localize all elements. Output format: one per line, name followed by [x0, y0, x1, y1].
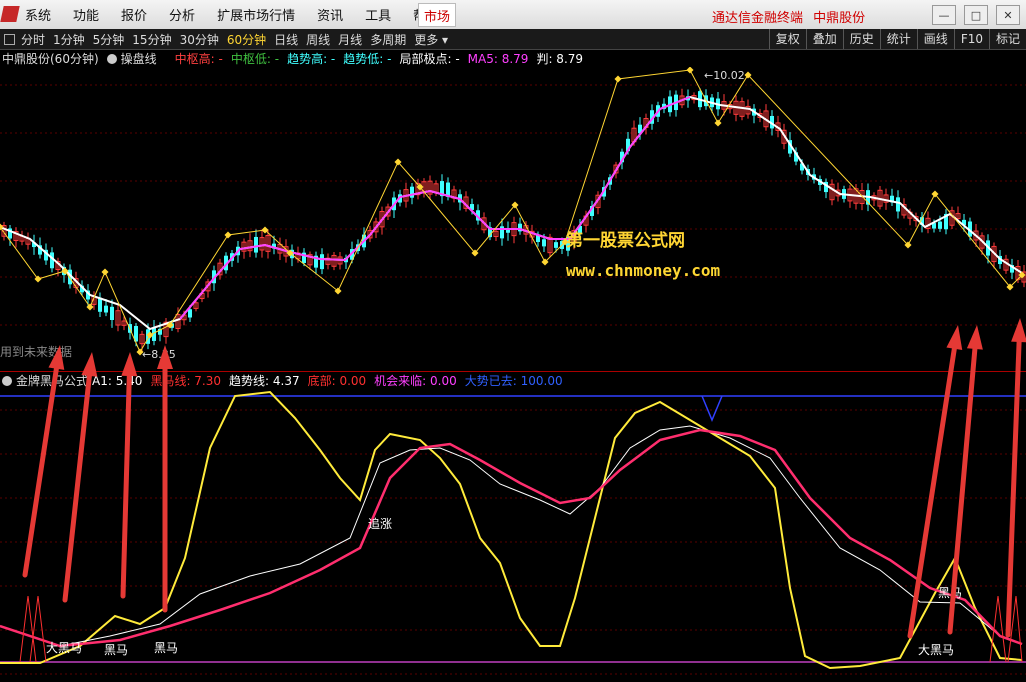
chevron-down-icon: ▾	[442, 32, 449, 47]
btn-statistics[interactable]: 统计	[879, 29, 917, 49]
close-icon[interactable]: ✕	[996, 5, 1020, 25]
signal-annotation: 大黑马	[46, 641, 82, 655]
trend-line	[0, 95, 1023, 331]
period-15min[interactable]: 15分钟	[132, 31, 171, 48]
candle-body	[110, 306, 114, 320]
extreme-point-marker	[614, 75, 622, 83]
period-multi[interactable]: 多周期	[370, 31, 406, 48]
btn-f10[interactable]: F10	[953, 29, 989, 49]
menu-analysis[interactable]: 分析	[169, 5, 195, 24]
window-controls: — □ ✕	[932, 5, 1020, 25]
menu-extended-market[interactable]: 扩展市场行情	[217, 5, 295, 24]
sub-indicator-item: 黑马线: 7.30	[150, 374, 222, 388]
candle-body	[188, 309, 192, 318]
candle-body	[542, 239, 546, 247]
sub-indicator-item: 底部: 0.00	[307, 374, 367, 388]
sub-indicator-item: 机会来临: 0.00	[374, 374, 457, 388]
stock-title: 中鼎股份	[813, 11, 866, 26]
main-indicator-bar: 中鼎股份(60分钟) 操盘线 中枢高: - 中枢低: - 趋势高: - 趋势低: - 局…	[0, 50, 1026, 67]
major-trend-gone-spike	[701, 395, 723, 422]
watermark-line1: 第一股票公式网	[566, 231, 685, 251]
period-more-label: 更多	[414, 32, 439, 47]
extreme-point-marker	[714, 119, 722, 127]
market-tab[interactable]: 市场	[418, 3, 456, 27]
future-data-note: 用到未来数据	[0, 345, 73, 359]
period-bar: 分时 1分钟 5分钟 15分钟 30分钟 60分钟 日线 周线 月线 多周期 更…	[0, 29, 1026, 50]
main-indicator-item: 中枢低: -	[230, 52, 280, 66]
opportunity-spike	[1007, 595, 1023, 663]
signal-annotation: 大黑马	[918, 643, 954, 657]
candle-body	[896, 197, 900, 212]
btn-draw-line[interactable]: 画线	[916, 29, 954, 49]
menu-news[interactable]: 资讯	[317, 5, 343, 24]
btn-history[interactable]: 历史	[842, 29, 880, 49]
trend-indicator-line	[0, 425, 1023, 647]
signal-annotation: 黑马	[154, 641, 178, 655]
btn-rights-adjust[interactable]: 复权	[768, 29, 806, 49]
candle-body	[254, 236, 258, 253]
extreme-point-marker	[224, 231, 232, 239]
candle-body	[554, 242, 558, 248]
period-day[interactable]: 日线	[274, 31, 298, 48]
stock-period-label: 中鼎股份(60分钟)	[2, 52, 99, 66]
menu-tools[interactable]: 工具	[365, 5, 391, 24]
watermark-line2: www.chnmoney.com	[566, 261, 721, 280]
candle-body	[938, 221, 942, 229]
btn-overlay[interactable]: 叠加	[805, 29, 843, 49]
toolbar-right: 复权 叠加 历史 统计 画线 F10 标记	[768, 29, 1026, 49]
period-30min[interactable]: 30分钟	[180, 31, 219, 48]
minimize-icon[interactable]: —	[932, 5, 956, 25]
candle-body	[104, 305, 108, 313]
a1-line	[0, 390, 1023, 670]
zigzag-line	[0, 69, 1023, 354]
main-indicator-item: 趋势高: -	[287, 52, 336, 66]
signal-annotation: 黑马	[938, 586, 962, 600]
black-horse-line	[0, 428, 1023, 648]
ma5-line	[179, 96, 691, 320]
period-more[interactable]: 更多 ▾	[414, 31, 448, 48]
sub-indicator-values: A1: 5.40 黑马线: 7.30 趋势线: 4.37 底部: 0.00 机会来临: …	[92, 372, 571, 389]
period-timeshare[interactable]: 分时	[21, 31, 45, 48]
main-indicator-item: MA5: 8.79	[467, 52, 529, 66]
extreme-point-marker	[686, 67, 694, 74]
signal-annotation: 追涨	[368, 516, 392, 531]
period-5min[interactable]: 5分钟	[93, 31, 125, 48]
period-week[interactable]: 周线	[306, 31, 330, 48]
extreme-point-marker	[101, 268, 109, 276]
period-60min[interactable]: 60分钟	[227, 31, 266, 48]
main-menu: 系统 功能 报价 分析 扩展市场行情 资讯 工具 帮助	[25, 0, 461, 29]
maximize-icon[interactable]: □	[964, 5, 988, 25]
high-price-label: ←10.02	[704, 69, 745, 82]
main-indicator-item: 中枢高: -	[174, 52, 223, 66]
sub-indicator-item: 大势已去: 100.00	[464, 374, 563, 388]
period-1min[interactable]: 1分钟	[53, 31, 85, 48]
sub-indicator-bar: 金牌黑马公式 A1: 5.40 黑马线: 7.30 趋势线: 4.37 底部: 0.0…	[0, 371, 1026, 389]
sub-indicator-name[interactable]: 金牌黑马公式	[16, 372, 88, 389]
panel-toggle-icon[interactable]	[4, 33, 15, 45]
sub-indicator-item: A1: 5.40	[92, 374, 143, 388]
brand-title: 通达信金融终端 中鼎股份	[712, 7, 865, 26]
sub-indicator-menu-icon[interactable]	[2, 375, 12, 386]
sub-indicator-item: 趋势线: 4.37	[229, 374, 300, 388]
main-indicator-item: 判: 8.79	[536, 52, 584, 66]
low-price-label: ←8.35	[142, 348, 176, 361]
main-price-chart[interactable]: ←10.02 ←8.35	[0, 67, 1026, 370]
sub-indicator-chart[interactable]: 大黑马 黑马 黑马追涨黑马大黑马	[0, 388, 1026, 682]
btn-mark[interactable]: 标记	[988, 29, 1026, 49]
menu-bar: 系统 功能 报价 分析 扩展市场行情 资讯 工具 帮助 市场 通达信金融终端 中…	[0, 0, 1026, 30]
indicator-menu-icon[interactable]	[106, 53, 117, 64]
main-indicator-item: 趋势低: -	[343, 52, 392, 66]
menu-system[interactable]: 系统	[25, 5, 51, 24]
main-indicator-values: 中枢高: - 中枢低: - 趋势高: - 趋势低: - 局部极点: - MA5: 8.79…	[175, 50, 591, 67]
main-indicator-item: 局部极点: -	[399, 52, 460, 66]
indicator-name[interactable]: 操盘线	[121, 50, 157, 67]
brand-name: 通达信金融终端	[712, 11, 804, 26]
menu-function[interactable]: 功能	[73, 5, 99, 24]
period-month[interactable]: 月线	[338, 31, 362, 48]
menu-quote[interactable]: 报价	[121, 5, 147, 24]
signal-annotation: 黑马	[104, 643, 128, 657]
candle-body	[410, 186, 414, 198]
candle-body	[320, 254, 324, 270]
app-logo-icon	[0, 6, 20, 22]
